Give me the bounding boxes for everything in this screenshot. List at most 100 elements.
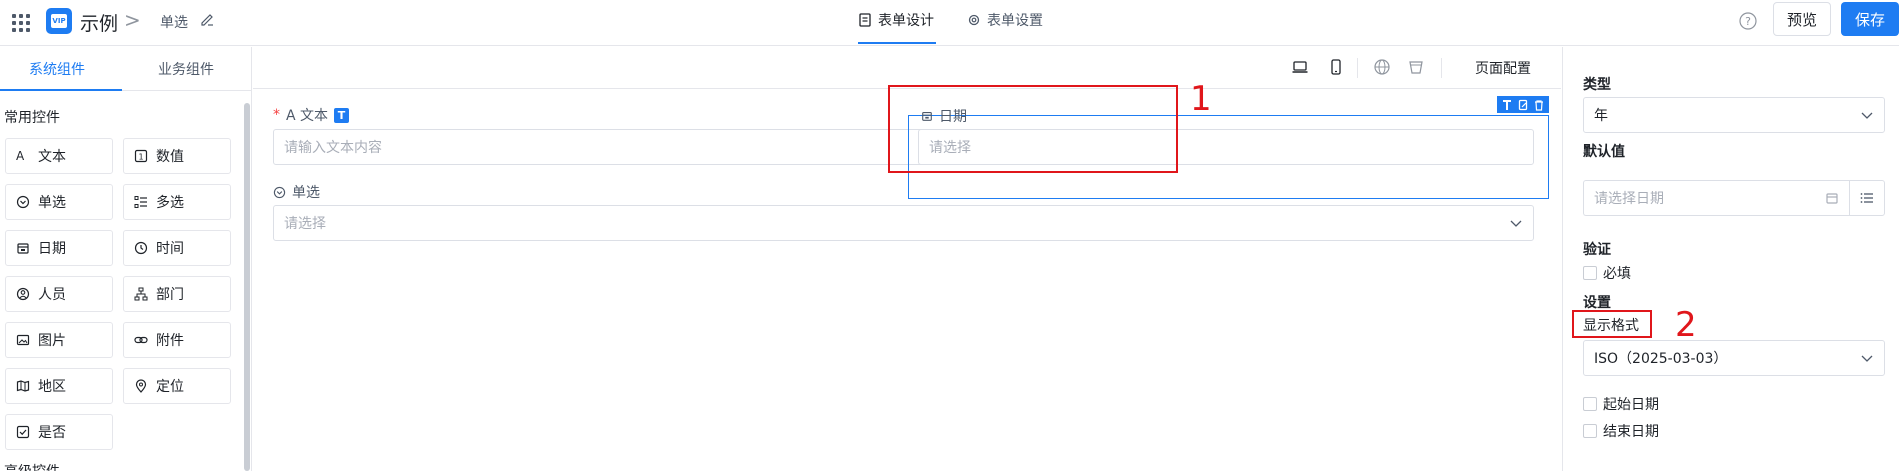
app-title[interactable]: 示例: [80, 9, 118, 36]
field-tools: [1497, 96, 1549, 113]
mobile-view-icon[interactable]: [1327, 58, 1345, 76]
component-attachment[interactable]: 附件: [123, 322, 231, 358]
end-date-label: 结束日期: [1603, 424, 1659, 440]
default-value-title: 默认值: [1583, 144, 1625, 160]
component-tab-underline: [0, 89, 122, 91]
delete-tool-icon[interactable]: [1533, 99, 1545, 111]
radio-field-select[interactable]: 请选择: [273, 205, 1534, 241]
link-icon: [134, 336, 148, 344]
location-icon: [135, 379, 147, 393]
tab-form-design-label: 表单设计: [878, 13, 934, 29]
component-radio[interactable]: 单选: [5, 184, 113, 220]
group-common-controls: 常用控件: [4, 110, 60, 126]
page-config-button[interactable]: 页面配置: [1475, 58, 1531, 78]
checkbox-icon: [16, 425, 30, 439]
app-logo-text: VIP: [51, 14, 67, 28]
component-location-label: 定位: [156, 379, 184, 395]
canvas-toolbar: 页面配置: [253, 47, 1561, 89]
toolbar-divider: [1357, 58, 1358, 78]
tab-system-components[interactable]: 系统组件: [29, 59, 85, 79]
document-icon: [859, 13, 871, 27]
end-date-checkbox-row[interactable]: 结束日期: [1583, 421, 1659, 441]
breadcrumb-separator: >: [124, 8, 141, 32]
component-number-label: 数值: [156, 149, 184, 165]
component-region[interactable]: 地区: [5, 368, 113, 404]
component-multi[interactable]: 多选: [123, 184, 231, 220]
save-button[interactable]: 保存: [1841, 2, 1899, 36]
text-icon: A: [16, 149, 25, 163]
radio-icon: [16, 195, 30, 209]
checklist-icon: [134, 196, 147, 208]
component-text[interactable]: A 文本: [5, 138, 113, 174]
start-date-label: 起始日期: [1603, 397, 1659, 413]
component-location[interactable]: 定位: [123, 368, 231, 404]
component-person[interactable]: 人员: [5, 276, 113, 312]
default-date-placeholder: 请选择日期: [1594, 191, 1664, 207]
preview-button[interactable]: 预览: [1773, 2, 1831, 36]
desktop-view-icon[interactable]: [1291, 58, 1309, 76]
copy-tool-icon[interactable]: [1517, 99, 1529, 111]
tab-active-underline: [858, 42, 936, 44]
title-tool-icon[interactable]: [1501, 99, 1513, 111]
validate-title: 验证: [1583, 242, 1611, 258]
start-date-checkbox-row[interactable]: 起始日期: [1583, 394, 1659, 414]
component-date-label: 日期: [38, 241, 66, 257]
list-icon: [1860, 193, 1873, 203]
required-star: *: [273, 107, 280, 123]
component-date[interactable]: 日期: [5, 230, 113, 266]
tab-form-design[interactable]: 表单设计: [858, 10, 934, 30]
group-advanced-controls: 高级控件: [4, 461, 60, 471]
app-grid-icon[interactable]: [10, 12, 30, 32]
required-checkbox[interactable]: [1583, 266, 1597, 280]
component-person-label: 人员: [38, 287, 66, 303]
display-format-select[interactable]: ISO（2025-03-03）: [1583, 340, 1885, 376]
component-attachment-label: 附件: [156, 333, 184, 349]
default-value-mode-button[interactable]: [1849, 180, 1885, 216]
component-department-label: 部门: [156, 287, 184, 303]
component-department[interactable]: 部门: [123, 276, 231, 312]
svg-text:1: 1: [138, 153, 143, 162]
annotation-box-1: [888, 85, 1178, 173]
app-root: VIP 示例 > 单选 表单设计 表单设置 ? 预览 保存 系统组件 业务组件 …: [0, 0, 1899, 471]
help-icon[interactable]: ?: [1739, 12, 1757, 30]
tab-business-components[interactable]: 业务组件: [158, 59, 214, 79]
calendar-icon: [1826, 193, 1838, 204]
annotation-number-2: 2: [1675, 305, 1697, 345]
svg-text:?: ?: [1745, 15, 1751, 28]
component-image-label: 图片: [38, 333, 66, 349]
org-icon: [134, 287, 148, 301]
person-icon: [16, 287, 30, 301]
start-date-checkbox[interactable]: [1583, 397, 1597, 411]
clear-icon[interactable]: [1407, 58, 1425, 76]
chevron-down-icon: [1861, 355, 1873, 362]
component-image[interactable]: 图片: [5, 322, 113, 358]
default-date-input[interactable]: 请选择日期: [1583, 180, 1849, 216]
chevron-down-icon: [1861, 112, 1873, 119]
breadcrumb-current: 单选: [160, 15, 188, 31]
map-icon: [16, 380, 30, 392]
app-logo: VIP: [46, 8, 72, 34]
clock-icon: [134, 241, 148, 255]
required-checkbox-row[interactable]: 必填: [1583, 263, 1631, 283]
radio-field-label: 单选: [273, 182, 320, 202]
text-type-badge: T: [334, 107, 350, 123]
number-icon: 1: [134, 149, 148, 163]
component-yesno-label: 是否: [38, 425, 66, 441]
globe-icon[interactable]: [1373, 58, 1391, 76]
component-time[interactable]: 时间: [123, 230, 231, 266]
type-select[interactable]: 年: [1583, 97, 1885, 133]
component-multi-label: 多选: [156, 195, 184, 211]
top-bar: VIP 示例 > 单选 表单设计 表单设置 ? 预览 保存: [0, 0, 1899, 46]
left-panel-scrollbar[interactable]: [244, 103, 250, 471]
component-yesno[interactable]: 是否: [5, 414, 113, 450]
tab-form-settings[interactable]: 表单设置: [967, 10, 1043, 30]
radio-field-placeholder: 请选择: [284, 216, 326, 232]
image-icon: [16, 334, 30, 346]
component-number[interactable]: 1 数值: [123, 138, 231, 174]
chevron-down-icon: [1510, 220, 1522, 227]
component-panel: 系统组件 业务组件 常用控件 A 文本 1 数值 单选 多选 日期 时间 人员 …: [0, 47, 252, 471]
end-date-checkbox[interactable]: [1583, 424, 1597, 438]
display-format-value: ISO（2025-03-03）: [1594, 351, 1728, 367]
edit-pencil-icon[interactable]: [199, 11, 215, 27]
settings-title: 设置: [1583, 295, 1611, 311]
